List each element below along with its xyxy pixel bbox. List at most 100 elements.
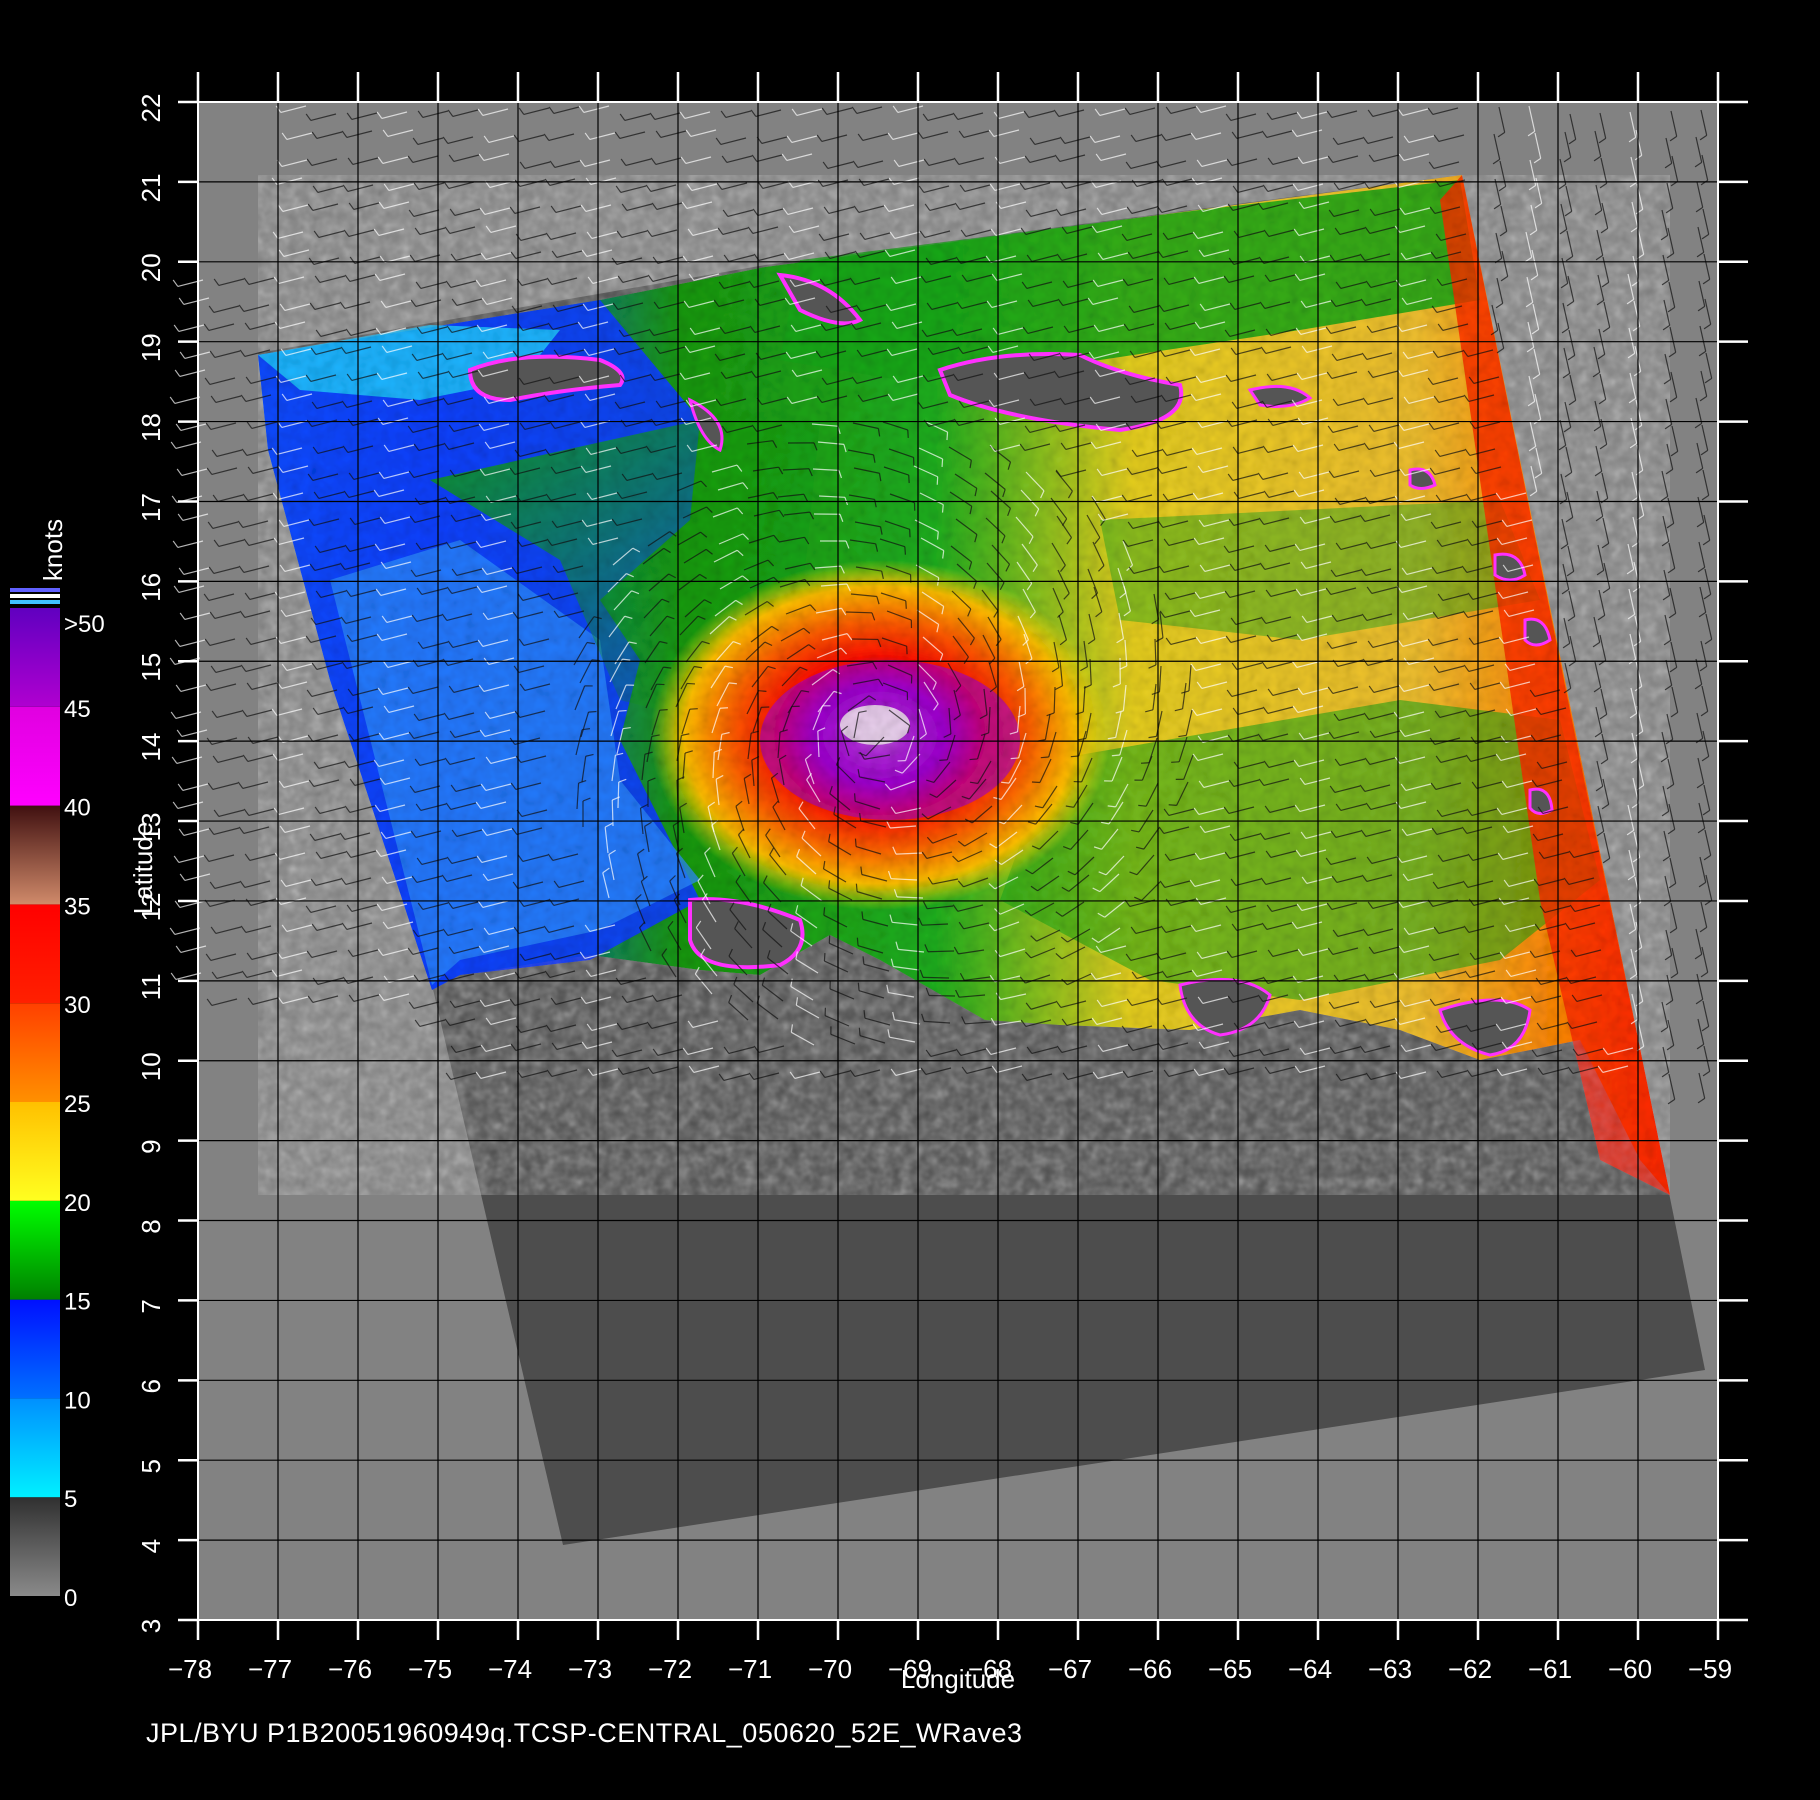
wind-barb-flag (618, 709, 627, 712)
wind-barb-flag (858, 1027, 861, 1036)
lat-tick-label: 16 (136, 573, 166, 602)
lon-tick-label: −73 (568, 1654, 612, 1684)
wind-barb-flag (758, 690, 767, 692)
wind-barb-flag (855, 883, 858, 892)
lat-tick-label: 19 (136, 333, 166, 362)
lon-tick-label: −72 (648, 1654, 692, 1684)
lat-tick-label: 3 (136, 1619, 166, 1633)
lat-tick-label: 7 (136, 1299, 166, 1313)
color-bar-tick-label: 0 (64, 1585, 77, 1612)
wind-barb-flag (823, 953, 826, 962)
color-bar (10, 588, 60, 1596)
color-bar-cap (10, 594, 60, 598)
wind-barb-flag (1010, 757, 1019, 760)
color-bar-tick-label: 35 (64, 893, 91, 920)
lat-tick-label: 9 (136, 1139, 166, 1153)
color-bar-band (10, 1398, 60, 1498)
figure-caption: JPL/BYU P1B20051960949q.TCSP-CENTRAL_050… (146, 1718, 1023, 1748)
color-bar-band (10, 1102, 60, 1201)
wind-barb-flag (857, 982, 860, 991)
wind-barb-flag (823, 907, 826, 916)
wind-barb-flag (946, 432, 949, 441)
lat-tick-label: 14 (136, 733, 166, 762)
lat-tick-label: 10 (136, 1052, 166, 1081)
wind-barb-flag (941, 504, 944, 513)
wind-barb-flag (969, 758, 978, 761)
wind-barb-flag (856, 937, 859, 946)
lon-tick-label: −76 (328, 1654, 372, 1684)
color-bar-band (10, 608, 60, 707)
color-bar-band (10, 706, 60, 806)
wind-barb (611, 799, 614, 827)
wind-barb-flag (1171, 761, 1180, 763)
wind-barb-flag (659, 708, 668, 711)
color-bar-tick-label: 20 (64, 1190, 91, 1217)
lon-tick-label: −60 (1608, 1654, 1652, 1684)
wind-barb (927, 950, 955, 953)
wind-barb-flag (588, 710, 597, 713)
color-bar-tick-label: 40 (64, 795, 91, 822)
color-bar-unit-label: knots (38, 519, 68, 581)
lon-tick-label: −74 (488, 1654, 532, 1684)
wind-barb-flag (1001, 781, 1010, 784)
color-bar-band (10, 805, 60, 905)
lon-tick-label: −78 (168, 1654, 212, 1684)
wind-barb-flag (863, 1010, 866, 1019)
lat-tick-label: 11 (136, 973, 166, 1000)
wind-barb-flag (686, 682, 696, 685)
wind-barb-flag (689, 708, 698, 710)
lon-tick-label: −66 (1128, 1654, 1172, 1684)
wind-barb-flag (1168, 804, 1177, 806)
lon-tick-label: −62 (1448, 1654, 1492, 1684)
lon-tick-label: −64 (1288, 1654, 1332, 1684)
color-bar-band (10, 1497, 60, 1596)
lat-tick-label: 18 (136, 413, 166, 442)
color-bar-band (10, 904, 60, 1004)
wind-barb-flag (905, 600, 907, 609)
color-bar-tick-label: 15 (64, 1289, 91, 1316)
color-bar-band (10, 1299, 60, 1399)
wind-barb (617, 781, 620, 809)
lat-tick-label: 22 (136, 94, 166, 123)
color-bar-cap (10, 600, 60, 604)
x-axis-label: Longitude (901, 1664, 1015, 1694)
wind-barb-flag (1138, 804, 1147, 807)
lon-tick-label: −63 (1368, 1654, 1412, 1684)
lat-tick-label: 6 (136, 1379, 166, 1393)
color-bar-tick-label: 25 (64, 1091, 91, 1118)
wind-barb-flag (854, 838, 857, 847)
wind-speed-map-figure: −78 −77 −76 −75 −74 −73 −72 −71 −70 −69 −68 −67 −66−… (0, 0, 1820, 1800)
lon-tick-label: −65 (1208, 1654, 1252, 1684)
lon-tick-label: −70 (808, 1654, 852, 1684)
wind-barb-flag (828, 880, 831, 889)
wind-barb-flag (1040, 756, 1049, 759)
lat-tick-label: 4 (136, 1539, 166, 1553)
wind-barb (922, 976, 950, 979)
lat-tick-label: 8 (136, 1219, 166, 1233)
lat-tick-label: 20 (136, 253, 166, 282)
lat-tick-label: 15 (136, 653, 166, 682)
wind-barb-flag (941, 458, 944, 467)
color-bar-tick-label: 45 (64, 696, 91, 723)
color-bar-tick-label: 5 (64, 1486, 77, 1513)
lat-tick-label: 21 (136, 173, 166, 202)
lon-tick-label: −67 (1048, 1654, 1092, 1684)
y-axis-label: Latitude (128, 822, 158, 915)
lat-tick-label: 5 (136, 1459, 166, 1473)
wind-barb-flag (853, 793, 856, 802)
color-bar-tick-label: 10 (64, 1387, 91, 1414)
wind-barb (1053, 686, 1056, 714)
wind-barb-flag (904, 546, 907, 555)
wind-barb-flag (936, 531, 939, 540)
lon-tick-label: −71 (728, 1654, 772, 1684)
lon-tick-label: −61 (1528, 1654, 1572, 1684)
color-bar-band (10, 1003, 60, 1102)
color-bar-band (10, 1200, 60, 1300)
wind-barb (928, 994, 956, 997)
color-bar-tick-label: >50 (64, 611, 105, 638)
wind-barb-flag (1111, 754, 1120, 757)
wind-barb-flag (728, 682, 737, 685)
wind-barb-flag (1031, 781, 1040, 784)
lon-tick-label: −75 (408, 1654, 452, 1684)
color-bar-cap (10, 588, 60, 592)
